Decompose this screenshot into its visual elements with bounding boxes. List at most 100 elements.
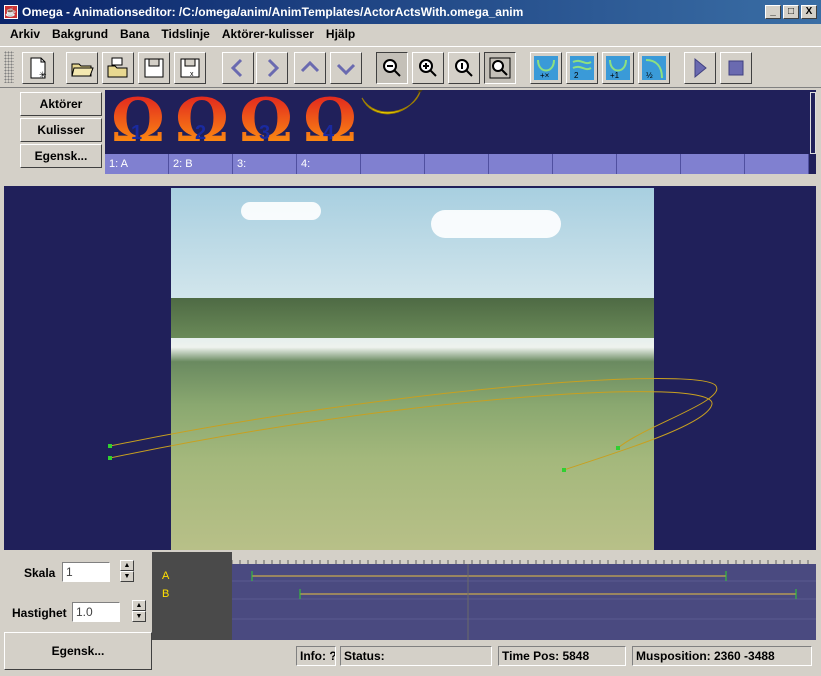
spin-down-icon[interactable]: ▼ — [132, 611, 146, 622]
scenery-button[interactable]: Kulisser — [20, 118, 102, 142]
actor-slot[interactable]: 2: B — [169, 154, 233, 174]
save-button[interactable] — [138, 52, 170, 84]
path-b[interactable] — [109, 391, 713, 471]
menu-hjalp[interactable]: Hjälp — [320, 27, 361, 41]
actors-button[interactable]: Aktörer — [20, 92, 102, 116]
svg-text:½: ½ — [646, 71, 653, 80]
properties-button[interactable]: Egensk... — [4, 632, 152, 670]
java-app-icon: ☕ — [4, 5, 18, 19]
svg-text:✳: ✳ — [39, 70, 47, 80]
actor-strip-scrollbar[interactable] — [810, 92, 816, 154]
arrow-right-icon — [267, 58, 280, 78]
speed-spinner[interactable]: ▲ ▼ — [132, 600, 146, 622]
actor-slot[interactable] — [553, 154, 617, 174]
spin-up-icon[interactable]: ▲ — [120, 560, 134, 571]
path-point[interactable] — [562, 468, 566, 472]
track-label-b: B — [162, 588, 170, 600]
close-button[interactable]: X — [801, 5, 817, 19]
scale-input[interactable]: 1 — [62, 562, 110, 582]
open-button[interactable] — [66, 52, 98, 84]
new-file-icon: ✳ — [30, 57, 47, 80]
actor-slot[interactable] — [681, 154, 745, 174]
new-file-button[interactable]: ✳ — [22, 52, 54, 84]
actor-2[interactable]: Ω2 — [171, 91, 233, 151]
path-point[interactable] — [108, 456, 112, 460]
move-up-button[interactable] — [294, 52, 326, 84]
menu-tidslinje[interactable]: Tidslinje — [155, 27, 215, 41]
stop-button[interactable] — [720, 52, 752, 84]
title-bar: ☕ Omega - Animationseditor: /C:/omega/an… — [0, 0, 821, 24]
path-a[interactable] — [109, 378, 718, 449]
actor-slot[interactable]: 4: — [297, 154, 361, 174]
save-as-button[interactable]: x — [174, 52, 206, 84]
menu-bakgrund[interactable]: Bakgrund — [46, 27, 114, 41]
save-icon — [144, 58, 164, 78]
actor-4[interactable]: Ω4 — [299, 91, 361, 151]
motion-paths[interactable] — [4, 186, 816, 550]
animation-stage[interactable] — [4, 186, 816, 550]
track-label-a: A — [162, 570, 170, 582]
time-pos-field: Time Pos: 5848 — [498, 646, 626, 666]
path-half-button[interactable]: ½ — [638, 52, 670, 84]
spin-up-icon[interactable]: ▲ — [132, 600, 146, 611]
actor-slot[interactable] — [361, 154, 425, 174]
actor-number: 2 — [195, 122, 207, 144]
actor-slots: 1: A 2: B 3: 4: — [105, 154, 810, 174]
actor-1[interactable]: Ω1 — [107, 91, 169, 151]
actor-slot[interactable] — [745, 154, 809, 174]
move-down-button[interactable] — [330, 52, 362, 84]
move-right-button[interactable] — [256, 52, 288, 84]
maximize-button[interactable]: □ — [783, 5, 799, 19]
actor-number: 4 — [323, 122, 335, 144]
banana-icon[interactable] — [360, 90, 424, 124]
play-icon — [694, 57, 707, 79]
scale-spinner[interactable]: ▲ ▼ — [120, 560, 134, 582]
actor-properties-button[interactable]: Egensk... — [20, 144, 102, 168]
minimize-button[interactable]: _ — [765, 5, 781, 19]
track-bars[interactable] — [232, 564, 816, 640]
speed-label: Hastighet — [12, 606, 67, 620]
timeline-ruler[interactable] — [231, 552, 816, 564]
actor-slot[interactable] — [617, 154, 681, 174]
path-2-icon: 2 — [570, 56, 594, 80]
path-point[interactable] — [108, 444, 112, 448]
timeline-tracks[interactable] — [232, 564, 816, 640]
speed-input[interactable]: 1.0 — [72, 602, 120, 622]
toolbar: ✳ x +× 2 +1 ½ — [0, 46, 821, 88]
window-title: Omega - Animationseditor: /C:/omega/anim… — [22, 5, 524, 19]
arrow-down-icon — [336, 63, 356, 76]
actor-controls: Skala 1 ▲ ▼ Hastighet 1.0 ▲ ▼ Egensk... — [4, 552, 152, 672]
svg-text:+×: +× — [540, 71, 550, 80]
actor-number: 3 — [259, 122, 271, 144]
timeline[interactable]: A B — [152, 552, 816, 640]
info-field: Info: ? — [296, 646, 336, 666]
play-button[interactable] — [684, 52, 716, 84]
zoom-in-button[interactable] — [412, 52, 444, 84]
menu-bana[interactable]: Bana — [114, 27, 155, 41]
actor-number: 1 — [131, 122, 143, 144]
zoom-fit-button[interactable] — [484, 52, 516, 84]
zoom-out-button[interactable] — [376, 52, 408, 84]
zoom-reset-button[interactable] — [448, 52, 480, 84]
path-2-button[interactable]: 2 — [566, 52, 598, 84]
arrow-left-icon — [230, 58, 243, 78]
menu-aktorer-kulisser[interactable]: Aktörer-kulisser — [216, 27, 320, 41]
menu-arkiv[interactable]: Arkiv — [4, 27, 46, 41]
zoom-reset-icon — [455, 59, 473, 77]
path-point[interactable] — [616, 446, 620, 450]
spin-down-icon[interactable]: ▼ — [120, 571, 134, 582]
actor-slot[interactable]: 3: — [233, 154, 297, 174]
zoom-fit-icon — [489, 57, 511, 79]
move-left-button[interactable] — [222, 52, 254, 84]
toolbar-grip[interactable] — [4, 51, 14, 83]
actor-slot[interactable]: 1: A — [105, 154, 169, 174]
ruler-ticks — [231, 560, 809, 564]
actor-3[interactable]: Ω3 — [235, 91, 297, 151]
path-add-icon: +1 — [606, 56, 630, 80]
open-template-button[interactable] — [102, 52, 134, 84]
path-delete-icon: +× — [534, 56, 558, 80]
path-delete-button[interactable]: +× — [530, 52, 562, 84]
path-add-button[interactable]: +1 — [602, 52, 634, 84]
actor-slot[interactable] — [489, 154, 553, 174]
actor-slot[interactable] — [425, 154, 489, 174]
